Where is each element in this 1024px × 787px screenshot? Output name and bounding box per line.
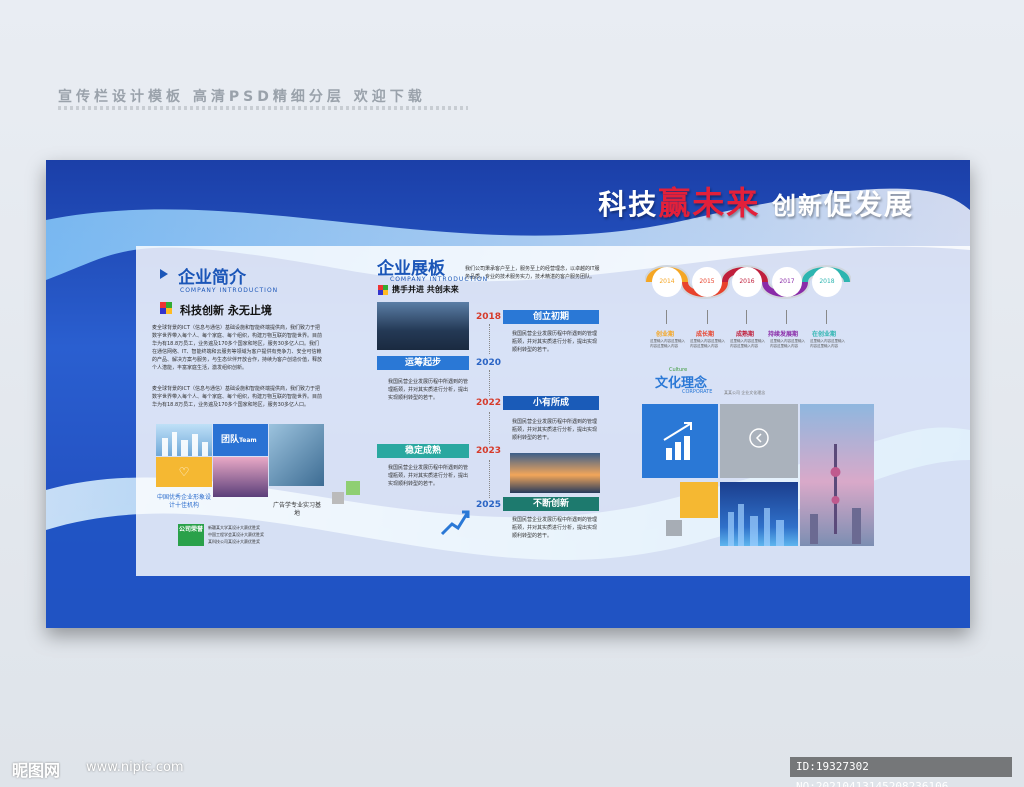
honor-line: 中国工程学会某设计大赛优胜奖 (208, 532, 264, 537)
deco-square-green (346, 481, 360, 495)
phase-label: 在创业期 (812, 331, 837, 338)
phase-connector (826, 310, 827, 324)
caption-divider (58, 106, 468, 110)
blue-city-photo (720, 482, 798, 546)
gray-square-tile (666, 520, 682, 536)
milestone-year: 2025 (476, 500, 502, 510)
team-tile: 团队Team (213, 424, 268, 456)
phase-year: 2017 (772, 267, 802, 297)
milestone-year: 2020 (476, 358, 502, 368)
milestone-year: 2022 (476, 398, 502, 408)
heart-icon-tile: ♡ (156, 457, 212, 487)
phase-connector (746, 310, 747, 324)
milestone-text: 我国民营企业发展历程中所遇到的管理瓶颈，并对其实质进行分析，提出实现顺利转型的若… (512, 517, 598, 539)
color-squares-icon (378, 285, 388, 295)
phase-text: 这里输入内容这里输入内容这里输入内容 (810, 339, 845, 348)
phase-label: 持续发展期 (768, 331, 799, 338)
phase-year: 2018 (812, 267, 842, 297)
phase-connector (786, 310, 787, 324)
honor-list: 新疆某大学某设计大赛优胜奖 中国工程学会某设计大赛优胜奖 某科技公司某设计大赛优… (208, 524, 298, 545)
phase-label: 成长期 (696, 331, 715, 338)
chart-up-tile (642, 404, 718, 478)
honor-badge: 公司荣誉 (178, 524, 204, 546)
phase-year: 2014 (652, 267, 682, 297)
milestone-tag: 小有所成 (503, 396, 599, 410)
team-label: 团队 (221, 435, 240, 445)
milestone-text: 我国民营企业发展历程中所遇到的管理瓶颈，并对其实质进行分析，提出实现顺利转型的若… (388, 379, 469, 401)
milestone-tag: 稳定成熟 (377, 444, 469, 458)
timeline-dots (489, 324, 490, 354)
phase-year: 2016 (732, 267, 762, 297)
timeline-dots (489, 460, 490, 498)
intro-paragraph-2: 麦全球背景的ICT（信息与通信）基础设施和智能终端提供商，我们致力于把数字世界带… (152, 386, 323, 408)
phase-year: 2015 (692, 267, 722, 297)
ad-text: 广告学专业实习基地 (272, 502, 321, 517)
site-url: www.nipic.com (86, 760, 184, 775)
milestone-tag: 运筹起步 (377, 356, 469, 370)
slogan-headline: 科技赢未来 创新促发展 (598, 184, 914, 222)
milestone-year: 2023 (476, 446, 502, 456)
culture-note: 某某公司 企业文化理念 (724, 390, 766, 395)
milestone-text: 我国民营企业发展历程中所遇到的管理瓶颈，并对其实质进行分析，提出实现顺利转型的若… (512, 331, 598, 353)
phase-text: 这里输入内容这里输入内容这里输入内容 (770, 339, 805, 348)
lake-city-photo (377, 302, 469, 350)
showcase-tagline: 携手并进 共创未来 (392, 285, 459, 294)
award-text: 中国优秀企业形象设计十佳机构 (156, 494, 211, 509)
color-squares-icon (160, 302, 172, 314)
night-photo (213, 457, 268, 497)
sunset-sail-photo (510, 453, 600, 493)
culture-corporate-label: CORPORATE (682, 389, 713, 395)
team-en: Team (239, 437, 257, 444)
intro-paragraph-1: 麦全球背景的ICT（信息与通信）基础设施和智能终端提供商，我们致力于把数字世界带… (152, 325, 323, 371)
building-image (269, 424, 324, 486)
honor-line: 新疆某大学某设计大赛优胜奖 (208, 525, 260, 530)
image-id-bar: ID:19327302 NO:20210413145208236106 (790, 757, 1012, 787)
intro-tagline: 科技创新 永无止境 (180, 304, 272, 317)
phase-text: 这里输入内容这里输入内容这里输入内容 (690, 339, 725, 348)
timeline-dots (489, 370, 490, 396)
milestone-text: 我国民营企业发展历程中所遇到的管理瓶颈，并对其实质进行分析，提出实现顺利转型的若… (512, 419, 598, 441)
milestone-text: 我国民营企业发展历程中所遇到的管理瓶颈，并对其实质进行分析，提出实现顺利转型的若… (388, 465, 469, 487)
phase-label: 成熟期 (736, 331, 755, 338)
yellow-tile (680, 482, 718, 518)
deco-square-gray (332, 492, 344, 504)
intro-title: 企业简介 (178, 268, 246, 288)
phase-text: 这里输入内容这里输入内容这里输入内容 (730, 339, 765, 348)
timeline-dots (489, 412, 490, 444)
honor-label: 公司荣誉 (178, 526, 203, 533)
page-caption: 宣传栏设计模板 高清PSD精细分层 欢迎下载 (58, 89, 426, 105)
intro-subtitle: COMPANY INTRODUCTION (180, 287, 279, 294)
milestone-year: 2018 (476, 312, 502, 322)
honor-line: 某科技公司某设计大赛优胜奖 (208, 539, 260, 544)
milestone-tag: 创立初期 (503, 310, 599, 324)
milestone-tag: 不断创新 (503, 497, 599, 511)
phase-connector (707, 310, 708, 324)
growth-arrow-icon (440, 508, 470, 536)
phase-label: 创业期 (656, 331, 675, 338)
phase-connector (666, 310, 667, 324)
intro-arrow-icon (160, 269, 168, 279)
site-watermark: 昵图网 (12, 761, 61, 780)
showcase-intro-text: 我们公司秉承客户至上，服务至上的经营理念，以卓越的IT服务品质，专业的技术服务实… (465, 266, 600, 280)
play-arrow-tile (720, 404, 798, 478)
city-skyline-image (156, 424, 212, 456)
phase-text: 这里输入内容这里输入内容这里输入内容 (650, 339, 685, 348)
tower-city-photo (800, 404, 874, 546)
